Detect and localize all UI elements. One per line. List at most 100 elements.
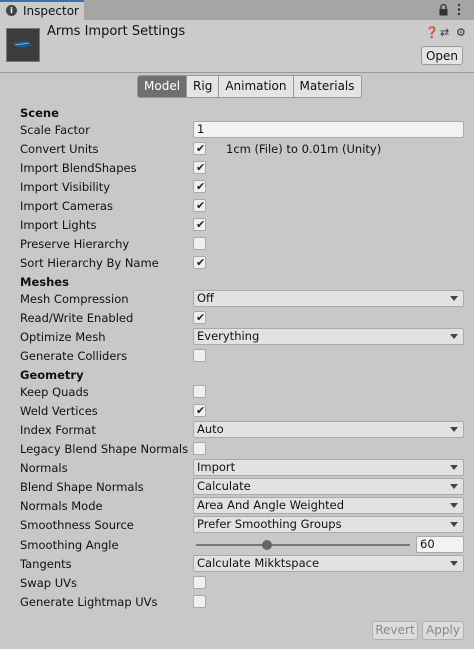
preset-icon[interactable]: ⇄ (440, 26, 449, 39)
row-weld-vertices: Weld Vertices ✔ (0, 402, 474, 421)
normals-mode-dropdown[interactable]: Area And Angle Weighted (193, 497, 464, 514)
normals-dropdown[interactable]: Import (193, 459, 464, 476)
read-write-checkbox[interactable]: ✔ (193, 311, 206, 324)
inspector-tab[interactable]: i Inspector (0, 0, 84, 20)
field-label: Sort Hierarchy By Name (20, 256, 159, 270)
optimize-mesh-dropdown[interactable]: Everything (193, 328, 464, 345)
field-label: Index Format (20, 423, 96, 437)
sort-hierarchy-checkbox[interactable]: ✔ (193, 256, 206, 269)
slider-thumb[interactable] (262, 540, 273, 550)
tab-materials[interactable]: Materials (292, 76, 361, 97)
row-import-lights: Import Lights ✔ (0, 216, 474, 235)
swap-uvs-checkbox[interactable] (193, 576, 206, 589)
field-label: Swap UVs (20, 576, 77, 590)
import-cameras-checkbox[interactable]: ✔ (193, 199, 206, 212)
row-normals: Normals Import (0, 459, 474, 478)
row-smoothness-source: Smoothness Source Prefer Smoothing Group… (0, 516, 474, 535)
field-label: Smoothing Angle (20, 538, 119, 552)
help-icon[interactable]: ❓ (425, 26, 439, 39)
tab-rig[interactable]: Rig (186, 76, 219, 97)
check-mark-icon: ✔ (196, 218, 206, 231)
chevron-down-icon (450, 334, 458, 339)
window-tab-bar: i Inspector (0, 0, 474, 20)
generate-colliders-checkbox[interactable] (193, 349, 206, 362)
convert-units-note: 1cm (File) to 0.01m (Unity) (226, 142, 382, 156)
field-label: Read/Write Enabled (20, 311, 134, 325)
row-blend-shape-normals: Blend Shape Normals Calculate (0, 478, 474, 497)
dropdown-value: Import (197, 460, 236, 474)
open-button[interactable]: Open (421, 46, 463, 65)
row-smoothing-angle: Smoothing Angle 60 (0, 536, 474, 555)
row-read-write: Read/Write Enabled ✔ (0, 309, 474, 328)
mesh-compression-dropdown[interactable]: Off (193, 290, 464, 307)
field-label: Tangents (20, 557, 72, 571)
dropdown-value: Calculate Mikktspace (197, 556, 320, 570)
asset-title: Arms Import Settings (47, 24, 186, 39)
weld-vertices-checkbox[interactable]: ✔ (193, 404, 206, 417)
chevron-down-icon (450, 427, 458, 432)
scale-factor-input[interactable]: 1 (193, 121, 464, 138)
row-normals-mode: Normals Mode Area And Angle Weighted (0, 497, 474, 516)
section-title: Scene (20, 106, 59, 120)
smoothing-angle-slider[interactable] (196, 540, 410, 550)
dropdown-value: Auto (197, 422, 224, 436)
blend-shape-normals-dropdown[interactable]: Calculate (193, 478, 464, 495)
inspector-header: Arms Import Settings ❓ ⇄ ⚙ Open (0, 20, 474, 73)
dropdown-value: Prefer Smoothing Groups (197, 517, 342, 531)
field-label: Preserve Hierarchy (20, 237, 130, 251)
check-mark-icon: ✔ (196, 199, 206, 212)
kebab-menu-icon[interactable] (456, 3, 462, 16)
row-keep-quads: Keep Quads (0, 383, 474, 402)
generate-lightmap-uvs-checkbox[interactable] (193, 595, 206, 608)
chevron-down-icon (450, 296, 458, 301)
field-label: Optimize Mesh (20, 330, 106, 344)
row-swap-uvs: Swap UVs (0, 574, 474, 593)
dropdown-value: Everything (197, 329, 260, 343)
import-lights-checkbox[interactable]: ✔ (193, 218, 206, 231)
field-label: Normals Mode (20, 499, 103, 513)
field-label: Convert Units (20, 142, 99, 156)
import-blendshapes-checkbox[interactable]: ✔ (193, 161, 206, 174)
row-index-format: Index Format Auto (0, 421, 474, 440)
field-label: Generate Lightmap UVs (20, 595, 158, 609)
lock-icon[interactable] (439, 3, 448, 16)
legacy-blend-shape-normals-checkbox[interactable] (193, 442, 206, 455)
index-format-dropdown[interactable]: Auto (193, 421, 464, 438)
gear-icon[interactable]: ⚙ (456, 26, 466, 39)
dropdown-value: Calculate (197, 479, 251, 493)
chevron-down-icon (450, 465, 458, 470)
tab-model[interactable]: Model (138, 76, 187, 97)
row-tangents: Tangents Calculate Mikktspace (0, 555, 474, 574)
row-generate-colliders: Generate Colliders (0, 347, 474, 366)
check-mark-icon: ✔ (196, 256, 206, 269)
model-asset-icon (6, 28, 40, 62)
import-visibility-checkbox[interactable]: ✔ (193, 180, 206, 193)
tangents-dropdown[interactable]: Calculate Mikktspace (193, 555, 464, 572)
field-label: Blend Shape Normals (20, 480, 144, 494)
check-mark-icon: ✔ (196, 404, 206, 417)
row-convert-units: Convert Units ✔ 1cm (File) to 0.01m (Uni… (0, 140, 474, 159)
preserve-hierarchy-checkbox[interactable] (193, 237, 206, 250)
section-title: Geometry (20, 368, 84, 382)
apply-button[interactable]: Apply (422, 621, 464, 640)
row-import-cameras: Import Cameras ✔ (0, 197, 474, 216)
info-icon: i (6, 5, 17, 16)
revert-button[interactable]: Revert (372, 621, 418, 640)
smoothing-angle-input[interactable]: 60 (416, 536, 464, 553)
dropdown-value: Area And Angle Weighted (197, 498, 345, 512)
field-label: Legacy Blend Shape Normals (20, 442, 189, 456)
smoothness-source-dropdown[interactable]: Prefer Smoothing Groups (193, 516, 464, 533)
import-tabs: Model Rig Animation Materials (137, 75, 362, 98)
tab-animation[interactable]: Animation (218, 76, 293, 97)
check-mark-icon: ✔ (196, 142, 206, 155)
chevron-down-icon (450, 522, 458, 527)
chevron-down-icon (450, 484, 458, 489)
section-title: Meshes (20, 275, 69, 289)
row-mesh-compression: Mesh Compression Off (0, 290, 474, 309)
check-mark-icon: ✔ (196, 180, 206, 193)
row-import-blendshapes: Import BlendShapes ✔ (0, 159, 474, 178)
convert-units-checkbox[interactable]: ✔ (193, 142, 206, 155)
field-label: Scale Factor (20, 123, 90, 137)
keep-quads-checkbox[interactable] (193, 385, 206, 398)
field-label: Keep Quads (20, 385, 89, 399)
